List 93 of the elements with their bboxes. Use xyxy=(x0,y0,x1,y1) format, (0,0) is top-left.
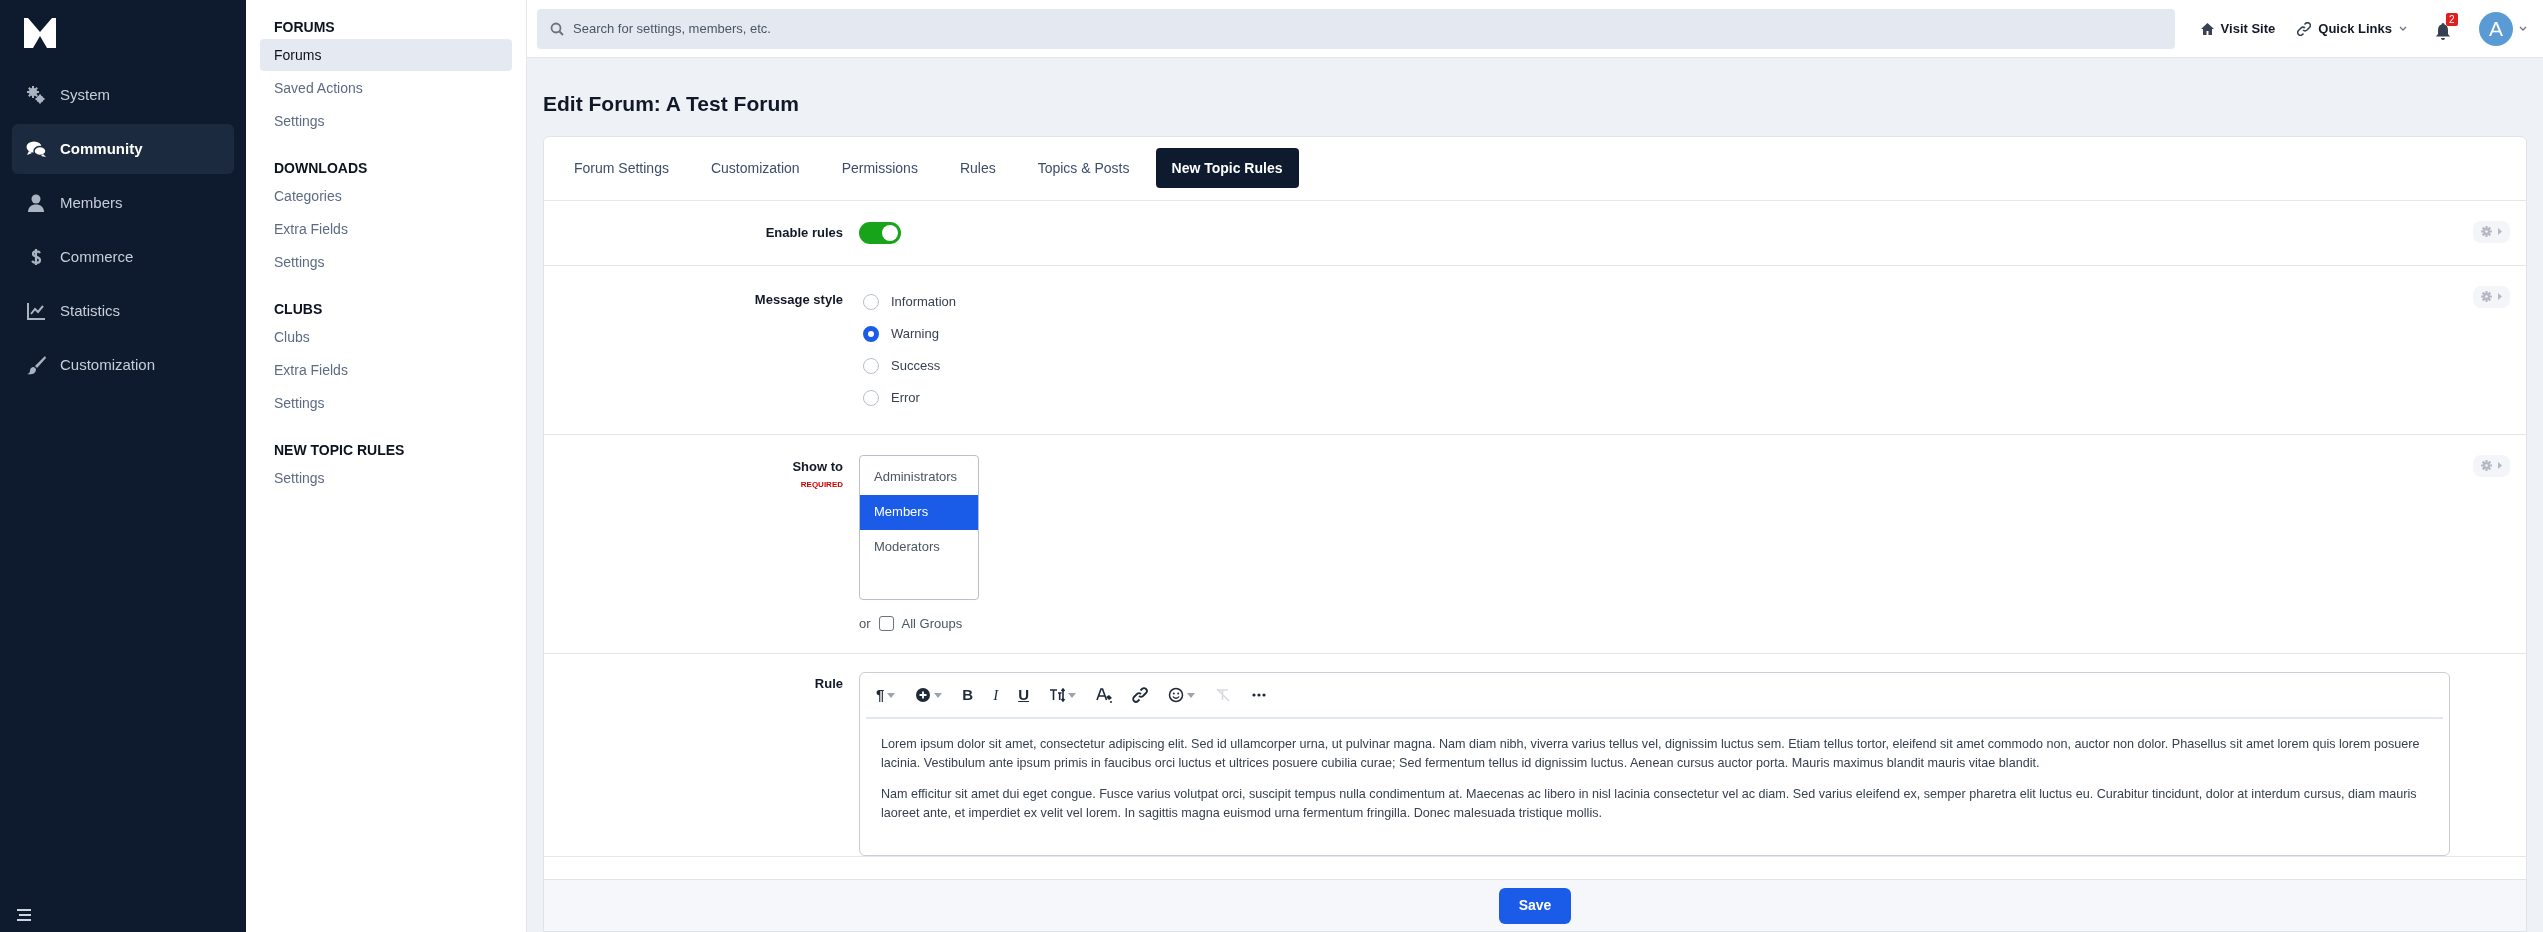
subnav-item[interactable]: Settings xyxy=(260,462,512,494)
subnav-item[interactable]: Extra Fields xyxy=(260,213,512,245)
section-heading: DOWNLOADS xyxy=(273,158,369,178)
tab[interactable]: Forum Settings xyxy=(558,148,685,188)
sidebar-item[interactable]: Customization xyxy=(12,340,234,390)
field-menu-button[interactable] xyxy=(2473,454,2510,477)
subnav-item[interactable]: Clubs xyxy=(260,321,512,353)
text-size-icon xyxy=(1049,687,1066,703)
caret-icon xyxy=(2519,25,2527,32)
radio-label: Error xyxy=(891,388,920,407)
subnav-item[interactable]: Forums xyxy=(260,39,512,71)
caret-icon xyxy=(2498,462,2502,469)
notification-count: 2 xyxy=(2446,12,2458,26)
toolbar-button[interactable]: B xyxy=(956,680,980,710)
link-icon xyxy=(2297,21,2312,36)
menu-icon[interactable] xyxy=(16,908,32,922)
section-heading: FORUMS xyxy=(273,17,336,37)
list-option[interactable]: Moderators xyxy=(860,529,978,565)
text-color-icon xyxy=(1096,687,1113,703)
field-label: Rule xyxy=(814,675,843,693)
sidebar-item[interactable]: System xyxy=(12,70,234,120)
field-menu-button[interactable] xyxy=(2473,285,2510,308)
list-option[interactable]: Members xyxy=(860,494,978,530)
subnav-item[interactable]: Saved Actions xyxy=(260,72,512,104)
sidebar-item[interactable]: Members xyxy=(12,178,234,228)
clear-formatting-icon xyxy=(1215,687,1232,703)
radio-label: Information xyxy=(891,292,957,311)
subnav-item[interactable]: Settings xyxy=(260,246,512,278)
caret-icon xyxy=(887,692,896,698)
gear-icon xyxy=(2481,226,2492,237)
subnav-item[interactable]: Extra Fields xyxy=(260,354,512,386)
tab[interactable]: New Topic Rules xyxy=(1155,148,1299,188)
toolbar-button[interactable]: ¶ xyxy=(870,680,902,710)
gear-icon xyxy=(2481,460,2492,471)
logo-icon[interactable] xyxy=(24,18,56,48)
search-field[interactable]: Search for settings, members, etc. xyxy=(537,8,2175,49)
person-icon xyxy=(26,193,46,213)
list-option[interactable]: Administrators xyxy=(860,459,978,495)
toolbar-button[interactable]: I xyxy=(987,680,1005,710)
gears-icon xyxy=(26,85,46,105)
tab[interactable]: Permissions xyxy=(825,148,934,188)
sidebar-item[interactable]: Commerce xyxy=(12,232,234,282)
bell-icon xyxy=(2435,22,2451,41)
tab[interactable]: Customization xyxy=(694,148,816,188)
required-label: REQUIRED xyxy=(800,478,843,491)
search-icon xyxy=(550,21,564,36)
gear-icon xyxy=(2481,291,2492,302)
radio-button[interactable] xyxy=(863,293,879,310)
plus-circle-icon xyxy=(915,687,932,703)
radio-button[interactable] xyxy=(863,325,879,342)
chat-bubbles-icon xyxy=(26,139,46,159)
quick-links-menu[interactable]: Quick Links xyxy=(2297,18,2407,39)
paragraph: Nam efficitur sit amet dui eget congue. Fusce varius volutpat orci, suscipit tempus nulla condimentum at. Maecenas ac libero in nisl lacinia consectetur vel ac diam. Sed varius eleifend ex, semper pharetra elit luctus eu. Curabitur tincidunt, dolor at interdum cursus, diam mauris laoreet ante, et imperdiet ex velit vel lorem. In sagittis magna euismod urna fermentum fringilla. Donec malesuada tristique mollis. xyxy=(881,786,2418,822)
field-label: Message style xyxy=(754,290,843,309)
subnav-item[interactable]: Categories xyxy=(260,180,512,212)
tab[interactable]: Topics & Posts xyxy=(1021,148,1146,188)
notifications-button[interactable] xyxy=(2435,22,2451,41)
field-menu-button[interactable] xyxy=(2473,220,2510,243)
sidebar-item[interactable]: Community xyxy=(12,124,234,174)
section-heading: NEW TOPIC RULES xyxy=(273,440,406,460)
caret-icon xyxy=(2498,293,2502,300)
radio-label: Warning xyxy=(891,324,939,343)
line-chart-icon xyxy=(26,301,46,321)
radio-button[interactable] xyxy=(863,357,879,374)
rich-text-editor[interactable] xyxy=(859,672,2450,856)
caret-icon xyxy=(2399,25,2407,32)
checkbox-label: All Groups xyxy=(901,614,963,633)
paragraph: Lorem ipsum dolor sit amet, consectetur adipiscing elit. Sed id ullamcorper urna, ut pulvinar magna. Nam diam nibh, viverra varius tellus vel, dignissim luctus sem. Etiam tellus tortor, eleifend sit amet commodo non, auctor non dolor. Phasellus sit amet lorem quis lorem posuere lacinia. Vestibulum ante ipsum primis in faucibus orci luctus et ultrices posuere cubilia curae; Sed fermentum tellus id dignissim luctus. Aenean cursus auctor porta. Mauris maximus blandit mauris vitae blandit. xyxy=(881,736,2421,772)
or-label: or xyxy=(859,614,871,633)
tab[interactable]: Rules xyxy=(943,148,1012,188)
caret-icon xyxy=(934,692,943,698)
smiley-icon xyxy=(1168,687,1185,703)
save-button[interactable]: Save xyxy=(1498,887,1572,924)
section-heading: CLUBS xyxy=(273,299,324,319)
group-list[interactable]: Administrators Members Moderators xyxy=(859,454,979,600)
page-title: Edit Forum: A Test Forum xyxy=(543,91,800,117)
toggle-switch[interactable] xyxy=(859,221,901,244)
caret-icon xyxy=(2498,228,2502,235)
toolbar-button[interactable]: U xyxy=(1012,680,1036,710)
radio-label: Success xyxy=(891,356,941,375)
field-label: Show to xyxy=(792,457,843,476)
radio-button[interactable] xyxy=(863,389,879,406)
subnav-item[interactable]: Settings xyxy=(260,105,512,137)
checkbox[interactable] xyxy=(878,615,894,631)
link-icon xyxy=(1132,687,1149,703)
visit-site-link[interactable]: Visit Site xyxy=(2200,18,2276,39)
sidebar-item[interactable]: Statistics xyxy=(12,286,234,336)
paintbrush-icon xyxy=(26,355,46,375)
field-label: Enable rules xyxy=(765,223,843,242)
caret-icon xyxy=(1068,692,1077,698)
subnav-item[interactable]: Settings xyxy=(260,387,512,419)
home-icon xyxy=(2200,22,2214,35)
caret-icon xyxy=(1187,692,1196,698)
